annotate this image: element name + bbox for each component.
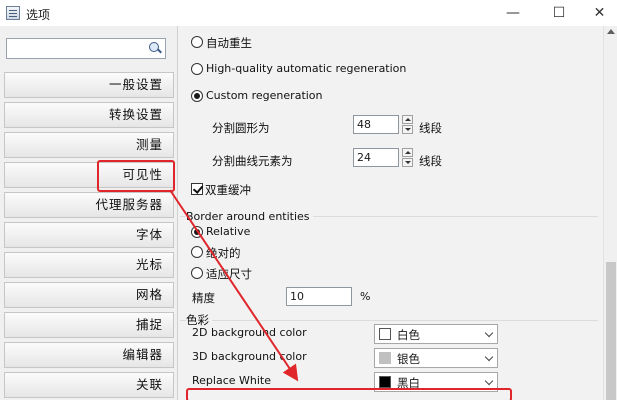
adaptive-radio[interactable]	[191, 267, 203, 279]
category-cursor[interactable]: 光标	[4, 252, 174, 278]
precision-label: 精度	[192, 291, 215, 305]
stepper-down-icon[interactable]	[402, 158, 413, 167]
category-visibility[interactable]: 可见性	[4, 160, 175, 192]
border-group-title: Border around entities	[186, 210, 313, 223]
bg2d-color-value: 白色	[397, 328, 420, 342]
adaptive-label: 适应尺寸	[206, 267, 252, 281]
curve-segments-stepper[interactable]	[402, 148, 413, 167]
minimize-button[interactable]: —	[490, 0, 536, 26]
circle-segments-stepper[interactable]	[402, 115, 413, 134]
precision-unit: %	[360, 290, 371, 303]
app-icon	[6, 6, 20, 20]
chevron-down-icon	[484, 328, 494, 338]
options-sidebar: 一般设置 转换设置 测量 可见性 代理服务器 字体 光标 网格 捕捉 编辑器 关…	[0, 26, 178, 400]
auto-regen-label: 自动重生	[206, 36, 252, 50]
bg2d-label: 2D background color	[192, 326, 307, 339]
vertical-scrollbar[interactable]	[603, 26, 617, 400]
chevron-down-icon	[484, 352, 494, 362]
window-title: 选项	[26, 8, 51, 22]
scroll-thumb[interactable]	[606, 262, 616, 400]
category-grid[interactable]: 网格	[4, 282, 174, 308]
auto-regen-radio[interactable]	[191, 36, 203, 48]
category-snap[interactable]: 捕捉	[4, 312, 174, 338]
replace-white-label: Replace White	[192, 374, 271, 387]
curve-segments-unit: 线段	[419, 154, 442, 168]
hq-regen-radio[interactable]	[191, 63, 203, 75]
circle-segments-input[interactable]: 48	[353, 115, 399, 134]
category-measure[interactable]: 测量	[4, 132, 174, 158]
color-swatch	[379, 328, 391, 340]
category-proxy[interactable]: 代理服务器	[4, 192, 174, 218]
bg2d-color-select[interactable]: 白色	[374, 324, 498, 344]
color-swatch	[379, 352, 391, 364]
category-conversion[interactable]: 转换设置	[4, 102, 174, 128]
search-input[interactable]	[6, 38, 166, 59]
category-font[interactable]: 字体	[4, 222, 174, 248]
curve-segments-label: 分割曲线元素为	[212, 154, 293, 168]
circle-segments-unit: 线段	[419, 121, 442, 135]
double-buffer-checkbox[interactable]	[191, 183, 203, 195]
relative-label: Relative	[206, 225, 251, 238]
custom-regen-radio[interactable]	[191, 90, 203, 102]
stepper-up-icon[interactable]	[402, 115, 413, 124]
stepper-up-icon[interactable]	[402, 148, 413, 157]
category-list: 一般设置 转换设置 测量 可见性 代理服务器 字体 光标 网格 捕捉 编辑器 关…	[4, 72, 175, 400]
absolute-label: 绝对的	[206, 246, 241, 260]
search-icon[interactable]	[147, 40, 164, 57]
relative-radio[interactable]	[191, 226, 203, 238]
chevron-down-icon	[484, 376, 494, 386]
colors-group-divider	[180, 320, 598, 321]
bg3d-label: 3D background color	[192, 350, 307, 363]
category-association[interactable]: 关联	[4, 372, 174, 398]
bg3d-color-select[interactable]: 银色	[374, 348, 498, 368]
circle-segments-label: 分割圆形为	[212, 121, 270, 135]
double-buffer-label: 双重缓冲	[205, 183, 251, 197]
precision-input[interactable]: 10	[286, 287, 352, 306]
bg3d-color-value: 银色	[397, 352, 420, 366]
absolute-radio[interactable]	[191, 246, 203, 258]
scroll-up-icon[interactable]	[607, 29, 615, 34]
maximize-button[interactable]: ☐	[536, 0, 582, 26]
title-bar: 选项 — ☐ ✕	[0, 0, 617, 26]
stepper-down-icon[interactable]	[402, 125, 413, 134]
category-editor[interactable]: 编辑器	[4, 342, 174, 368]
color-swatch	[379, 376, 391, 388]
annotation-highlight-box	[186, 388, 512, 400]
custom-regen-label: Custom regeneration	[206, 89, 323, 102]
curve-segments-input[interactable]: 24	[353, 148, 399, 167]
hq-regen-label: High-quality automatic regeneration	[206, 62, 407, 75]
category-general[interactable]: 一般设置	[4, 72, 174, 98]
close-button[interactable]: ✕	[582, 0, 617, 26]
